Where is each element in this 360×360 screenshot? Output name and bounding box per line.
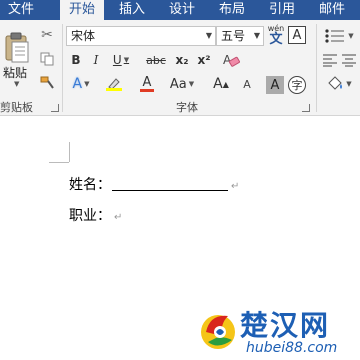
font-group: 宋体 ▼ 五号 ▼ wén 文 A B I U ▼ abc x₂ x² A A … — [64, 20, 316, 115]
paragraph-mark: ↵ — [114, 212, 123, 223]
bullet-list-icon — [325, 29, 345, 43]
align-center-icon — [342, 54, 356, 67]
shaded-a-icon: A — [270, 77, 280, 93]
paste-button[interactable] — [2, 30, 32, 66]
watermark-text: 楚汉网 — [240, 309, 331, 342]
bordered-a-icon: A — [292, 27, 302, 43]
highlight-color-button[interactable] — [100, 74, 128, 94]
phonetic-guide-button[interactable]: wén 文 — [266, 24, 286, 46]
scissors-icon: ✂ — [41, 27, 53, 43]
text-effects-icon: A — [72, 76, 83, 92]
underline-button[interactable]: U ▼ — [108, 50, 134, 70]
enclose-characters-icon: 字 — [291, 79, 303, 92]
tab-mailings[interactable]: 邮件 — [310, 0, 354, 20]
copy-button[interactable] — [38, 50, 56, 68]
subscript-icon: x₂ — [175, 53, 189, 67]
align-left-icon — [323, 54, 337, 67]
shading-button[interactable]: ▼ — [320, 74, 358, 94]
font-color-swatch — [140, 89, 154, 92]
tab-home[interactable]: 开始 — [60, 0, 104, 20]
chevron-down-icon: ▼ — [84, 80, 90, 88]
highlighter-icon — [106, 78, 122, 91]
tab-file[interactable]: 文件 — [0, 0, 42, 20]
shrink-font-icon: A — [243, 77, 251, 91]
clipboard-dialog-launcher[interactable] — [51, 104, 59, 112]
font-name-value: 宋体 — [71, 29, 96, 43]
occupation-label: 职业： — [69, 208, 111, 224]
margin-corner-mark — [69, 142, 70, 162]
clipboard-group-label: 剪贴板 — [0, 101, 33, 114]
enclose-characters-button[interactable]: 字 — [288, 76, 306, 94]
align-left-button[interactable] — [320, 50, 340, 70]
margin-corner-mark — [49, 162, 69, 163]
site-logo-icon — [201, 315, 235, 349]
format-painter-button[interactable] — [38, 74, 56, 92]
italic-icon: I — [93, 53, 99, 67]
tab-layout[interactable]: 布局 — [210, 0, 254, 20]
tab-design[interactable]: 设计 — [160, 0, 204, 20]
strikethrough-button[interactable]: abc — [142, 50, 170, 70]
ribbon: 粘贴 ▼ ✂ 剪贴板 宋体 ▼ 五号 ▼ wén 文 A B I U ▼ abc… — [0, 20, 360, 116]
name-underline-blank[interactable] — [112, 179, 228, 191]
ribbon-tab-bar: 文件 开始 插入 设计 布局 引用 邮件 — [0, 0, 360, 20]
shrink-font-button[interactable]: A — [238, 74, 256, 94]
underline-icon: U — [112, 53, 122, 67]
font-color-button[interactable]: A — [134, 74, 160, 94]
strikethrough-icon: abc — [146, 53, 166, 67]
chevron-down-icon: ▼ — [123, 56, 130, 64]
eraser-icon: A — [223, 53, 240, 67]
cut-button[interactable]: ✂ — [38, 26, 56, 44]
paste-icon — [5, 32, 29, 63]
phonetic-guide-icon: 文 — [269, 31, 283, 47]
subscript-button[interactable]: x₂ — [172, 50, 192, 70]
font-group-label: 字体 — [176, 101, 198, 114]
paste-label[interactable]: 粘贴 — [3, 66, 27, 80]
font-dialog-launcher[interactable] — [302, 104, 310, 112]
character-shading-button[interactable]: A — [266, 76, 284, 94]
paragraph-group: ▼ ▼ — [318, 20, 360, 115]
font-color-icon: A — [142, 75, 152, 90]
italic-button[interactable]: I — [88, 50, 104, 70]
group-separator — [62, 24, 63, 112]
tab-insert[interactable]: 插入 — [110, 0, 154, 20]
change-case-label: Aa — [169, 76, 187, 92]
font-name-combo[interactable]: 宋体 ▼ — [66, 26, 216, 46]
superscript-button[interactable]: x² — [194, 50, 214, 70]
superscript-icon: x² — [197, 53, 211, 67]
tab-references[interactable]: 引用 — [260, 0, 304, 20]
name-label: 姓名： — [69, 177, 111, 193]
clear-formatting-button[interactable]: A — [220, 50, 242, 70]
character-border-button[interactable]: A — [288, 26, 306, 44]
document-line-occupation[interactable]: 职业： ↵ — [69, 205, 122, 225]
bold-icon: B — [71, 53, 81, 67]
chevron-down-icon: ▼ — [348, 32, 354, 40]
change-case-button[interactable]: Aa ▼ — [164, 74, 200, 94]
chevron-down-icon: ▼ — [346, 80, 352, 88]
paste-dropdown-arrow[interactable]: ▼ — [14, 80, 19, 88]
font-size-value: 五号 — [221, 29, 246, 43]
chevron-down-icon: ▼ — [188, 80, 195, 88]
paintbrush-icon — [40, 76, 54, 89]
copy-icon — [40, 52, 54, 66]
paint-bucket-icon — [328, 76, 343, 90]
grow-font-button[interactable]: A ▲ — [206, 74, 236, 94]
align-center-button[interactable] — [340, 50, 358, 70]
watermark-url: hubei88.com — [246, 340, 338, 356]
paragraph-mark: ↵ — [231, 181, 240, 192]
site-watermark: 楚汉网 hubei88.com — [196, 300, 360, 360]
font-size-combo[interactable]: 五号 ▼ — [216, 26, 264, 46]
clipboard-group: 粘贴 ▼ ✂ 剪贴板 — [0, 20, 62, 115]
grow-font-icon: A — [213, 76, 223, 92]
chevron-down-icon: ▼ — [253, 31, 260, 40]
bold-button[interactable]: B — [68, 50, 84, 70]
group-separator — [316, 24, 317, 112]
chevron-up-icon: ▲ — [222, 79, 229, 89]
document-line-name[interactable]: 姓名： ↵ — [69, 174, 239, 194]
bullets-button[interactable]: ▼ — [320, 26, 358, 46]
text-effects-button[interactable]: A ▼ — [68, 74, 94, 94]
chevron-down-icon: ▼ — [205, 31, 212, 40]
